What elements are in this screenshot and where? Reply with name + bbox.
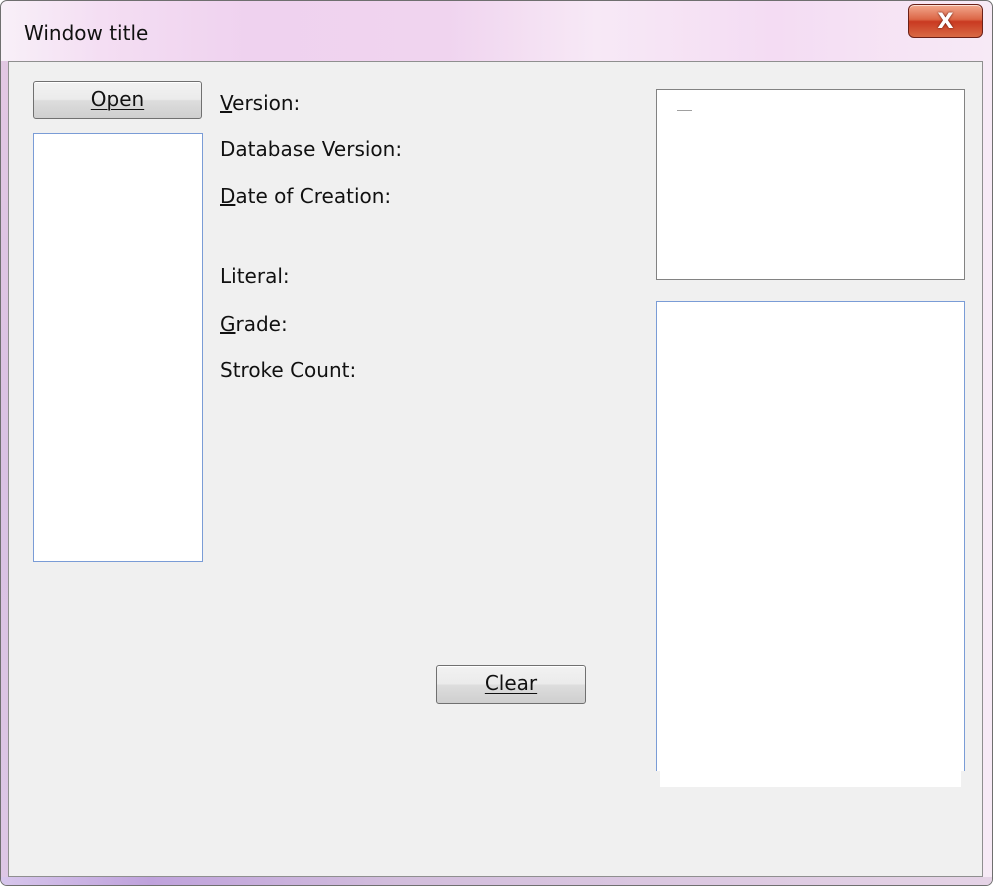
literal-label: Literal: (220, 264, 290, 288)
app-window: Window title X Open Version: Database Ve… (0, 0, 993, 886)
stroke-count-label: Stroke Count: (220, 358, 357, 382)
database-version-label: Database Version: (220, 137, 403, 161)
window-title: Window title (24, 21, 149, 45)
left-list-box[interactable] (33, 133, 203, 562)
window-border-glow (1, 61, 8, 877)
clear-button[interactable]: Clear (436, 665, 586, 704)
info-text-box[interactable] (656, 89, 965, 280)
title-bar[interactable]: Window title X (1, 1, 992, 61)
right-list-box[interactable] (656, 301, 965, 771)
version-label: Version: (220, 91, 301, 115)
open-button[interactable]: Open (33, 81, 202, 119)
grade-label: Grade: (220, 312, 288, 336)
client-area: Open Version: Database Version: Date of … (8, 61, 983, 877)
date-of-creation-label: Date of Creation: (220, 184, 392, 208)
text-caret-icon (677, 110, 692, 111)
close-icon: X (937, 9, 954, 33)
window-bottom-border (1, 877, 992, 885)
close-button[interactable]: X (908, 4, 983, 38)
right-list-box-extension (660, 771, 961, 787)
